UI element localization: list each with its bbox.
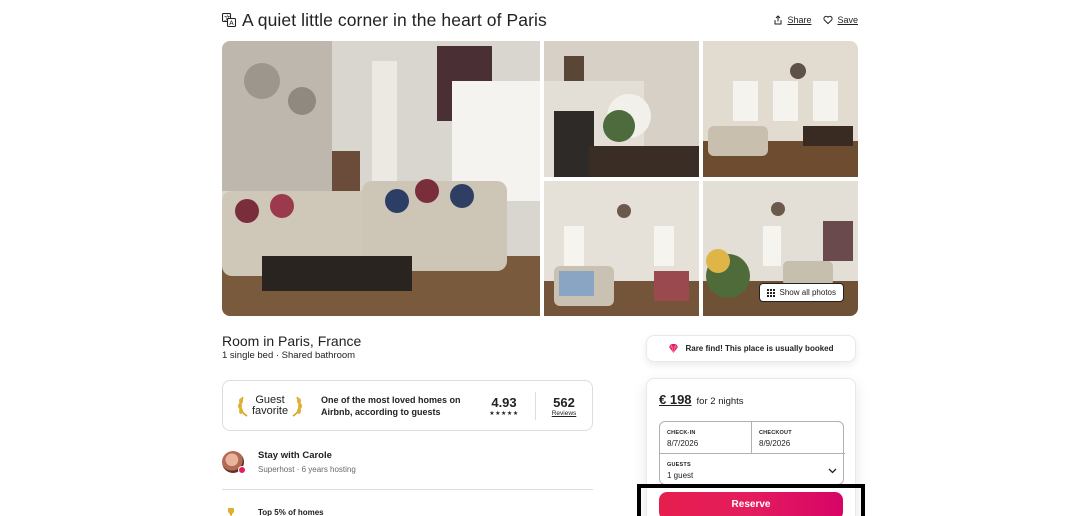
rating-value: 4.93	[491, 394, 517, 410]
show-all-label: Show all photos	[779, 288, 836, 297]
share-icon	[774, 15, 782, 25]
heart-icon	[823, 15, 834, 25]
host-avatar[interactable]	[222, 451, 246, 474]
title-actions: Share Save	[773, 15, 858, 25]
guest-favorite-description: One of the most loved homes on Airbnb, a…	[321, 394, 461, 417]
guests-value: 1 guest	[667, 471, 694, 480]
photo-dining-room[interactable]	[703, 41, 858, 177]
reviews-link[interactable]: 562 Reviews	[542, 395, 586, 417]
checkout-label: CHECKOUT	[759, 430, 792, 436]
price-duration: for 2 nights	[696, 396, 744, 407]
host-section: Stay with Carole Superhost · 6 years hos…	[222, 450, 356, 474]
translate-icon: 文 A	[221, 12, 237, 27]
save-label: Save	[837, 15, 858, 25]
room-title: Room in Paris, France	[222, 333, 362, 349]
laurel-left-icon	[238, 396, 248, 417]
rare-find-text: Rare find! This place is usually booked	[685, 344, 834, 353]
price[interactable]: € 198	[659, 392, 692, 407]
chevron-down-icon	[828, 468, 837, 474]
photo-gallery: Show all photos	[222, 41, 858, 316]
date-guest-picker: CHECK-IN 8/7/2026 CHECKOUT 8/9/2026 GUES…	[659, 421, 845, 486]
rating: 4.93 ★★★★★	[479, 395, 529, 417]
divider	[535, 391, 536, 420]
share-label: Share	[787, 15, 812, 25]
rare-find-banner: Rare find! This place is usually booked	[646, 335, 856, 362]
guests-dropdown[interactable]: GUESTS 1 guest	[660, 454, 845, 486]
highlight-top-homes: Top 5% of homes	[226, 507, 324, 516]
laurel-right-icon	[292, 396, 303, 417]
diamond-icon	[669, 343, 679, 354]
host-name: Stay with Carole	[258, 450, 332, 461]
badge-line1: Guest	[255, 393, 285, 406]
highlight-label: Top 5% of homes	[258, 507, 324, 516]
guest-favorite-badge: Guest favorite	[237, 393, 311, 417]
checkout-field[interactable]: CHECKOUT 8/9/2026	[752, 422, 845, 454]
share-button[interactable]: Share	[773, 15, 811, 25]
svg-text:A: A	[229, 19, 234, 27]
page-title: A quiet little corner in the heart of Pa…	[242, 9, 547, 30]
guest-favorite-card[interactable]: Guest favorite One of the most loved hom…	[222, 380, 593, 431]
guests-label: GUESTS	[667, 462, 691, 468]
host-meta: Superhost · 6 years hosting	[258, 465, 356, 474]
room-subtitle: 1 single bed · Shared bathroom	[222, 350, 356, 361]
save-button[interactable]: Save	[823, 15, 858, 25]
reviews-count: 562	[553, 394, 575, 410]
photo-fireplace[interactable]	[544, 41, 699, 177]
grid-icon	[766, 288, 775, 297]
show-all-photos-button[interactable]: Show all photos	[758, 283, 844, 302]
reviews-label: Reviews	[551, 409, 577, 417]
badge-line2: favorite	[252, 404, 289, 417]
rating-stars: ★★★★★	[489, 410, 519, 417]
reserve-button[interactable]: Reserve	[659, 492, 843, 516]
photo-room-wide[interactable]	[544, 181, 699, 316]
trophy-icon	[228, 508, 234, 516]
checkin-label: CHECK-IN	[667, 430, 696, 436]
checkin-value: 8/7/2026	[667, 439, 699, 448]
checkout-value: 8/9/2026	[759, 439, 791, 448]
superhost-badge-icon	[238, 466, 246, 474]
photo-living-room-main[interactable]	[222, 41, 540, 316]
title-row: 文 A A quiet little corner in the heart o…	[221, 8, 858, 32]
checkin-field[interactable]: CHECK-IN 8/7/2026	[660, 422, 752, 454]
section-divider	[222, 489, 593, 490]
